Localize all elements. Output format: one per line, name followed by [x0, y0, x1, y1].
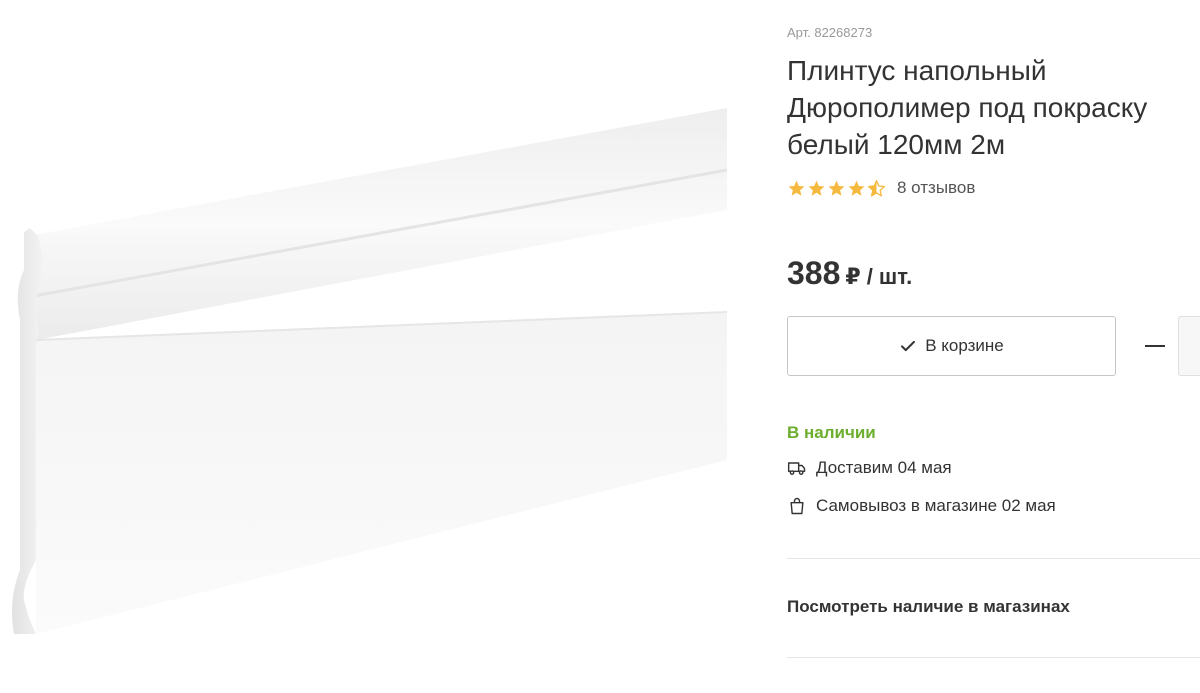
truck-icon	[787, 462, 806, 475]
rating: 8 отзывов	[787, 178, 975, 198]
price: 388 ₽ / шт.	[787, 255, 912, 292]
quantity-decrease-button[interactable]	[1141, 332, 1169, 360]
skirting-board-illustration	[12, 108, 728, 634]
price-unit: / шт.	[866, 264, 913, 289]
delivery-label: Доставим 04 мая	[816, 458, 952, 477]
divider	[787, 558, 1200, 559]
bag-icon	[790, 497, 804, 515]
product-info: Арт. 82268273 Плинтус напольный Дюрополи…	[787, 0, 1200, 688]
star-icon	[828, 180, 845, 196]
minus-icon	[1145, 345, 1165, 347]
article-number: Арт. 82268273	[787, 25, 873, 40]
check-icon	[901, 340, 916, 352]
pickup-label: Самовывоз в магазине 02 мая	[816, 496, 1056, 515]
star-icon	[848, 180, 865, 196]
rating-stars	[787, 179, 886, 198]
price-value: 388	[787, 255, 841, 291]
product-title: Плинтус напольный Дюрополимер под покрас…	[787, 55, 1148, 160]
divider	[787, 657, 1200, 658]
star-icon	[808, 180, 825, 196]
price-currency: ₽	[845, 264, 861, 289]
star-icon	[788, 180, 805, 196]
product-image	[0, 0, 740, 688]
in-cart-button[interactable]: В корзине	[787, 316, 1116, 376]
pickup-info: Самовывоз в магазине 02 мая	[787, 496, 1056, 516]
check-stores-link[interactable]: Посмотреть наличие в магазинах	[787, 597, 1070, 617]
delivery-info: Доставим 04 мая	[787, 458, 952, 478]
reviews-link[interactable]: 8 отзывов	[897, 178, 975, 198]
quantity-field[interactable]	[1178, 316, 1200, 376]
stock-status: В наличии	[787, 423, 876, 442]
in-cart-label: В корзине	[925, 336, 1004, 355]
half-star-icon	[867, 179, 886, 196]
